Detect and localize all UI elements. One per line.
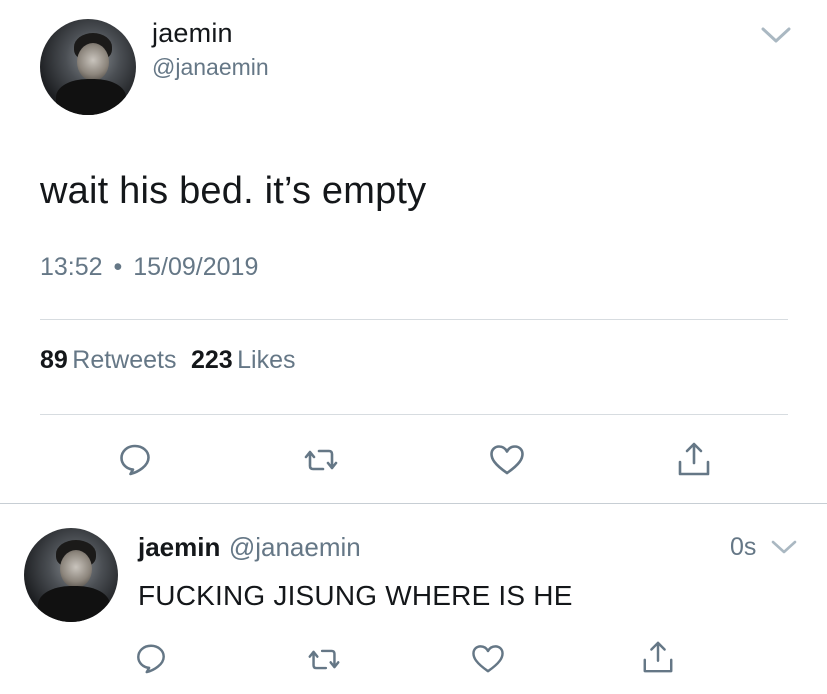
retweet-icon[interactable] bbox=[301, 446, 341, 474]
reply-icon[interactable] bbox=[135, 642, 167, 674]
tweet-text: FUCKING JISUNG WHERE IS HE bbox=[138, 580, 573, 611]
chevron-down-icon[interactable] bbox=[770, 538, 798, 556]
heart-icon[interactable] bbox=[489, 444, 525, 476]
likes-stat[interactable]: 223 Likes bbox=[191, 346, 296, 374]
tweet-date: 15/09/2019 bbox=[133, 253, 259, 281]
avatar[interactable] bbox=[40, 19, 136, 115]
heart-icon[interactable] bbox=[471, 644, 505, 674]
share-icon[interactable] bbox=[676, 440, 712, 478]
likes-label: Likes bbox=[237, 346, 296, 374]
retweets-stat[interactable]: 89 Retweets bbox=[40, 346, 181, 374]
share-icon[interactable] bbox=[641, 639, 675, 675]
avatar[interactable] bbox=[24, 528, 118, 622]
divider bbox=[40, 414, 788, 415]
retweet-icon[interactable] bbox=[305, 646, 343, 673]
reply-icon[interactable] bbox=[118, 442, 152, 476]
reply-header: jaemin @janaemin bbox=[138, 532, 361, 563]
likes-count: 223 bbox=[190, 346, 233, 374]
retweets-count: 89 bbox=[40, 346, 68, 374]
retweets-label: Retweets bbox=[72, 346, 177, 374]
display-name[interactable]: jaemin bbox=[152, 18, 233, 49]
tweet-stats: 89 Retweets 223 Likes bbox=[40, 346, 295, 375]
tweet-timestamp: 13:52 • 15/09/2019 bbox=[40, 253, 258, 282]
user-handle[interactable]: @janaemin bbox=[152, 54, 269, 81]
reply-timestamp: 0s bbox=[730, 533, 757, 561]
tweet-text: wait his bed. it’s empty bbox=[40, 170, 427, 212]
user-handle[interactable]: @janaemin bbox=[229, 532, 361, 562]
tweet-separator bbox=[0, 503, 827, 504]
divider bbox=[40, 319, 788, 320]
tweet-time: 13:52 bbox=[40, 253, 103, 281]
meta-separator: • bbox=[113, 253, 123, 281]
display-name[interactable]: jaemin bbox=[138, 532, 220, 562]
chevron-down-icon[interactable] bbox=[760, 24, 792, 46]
